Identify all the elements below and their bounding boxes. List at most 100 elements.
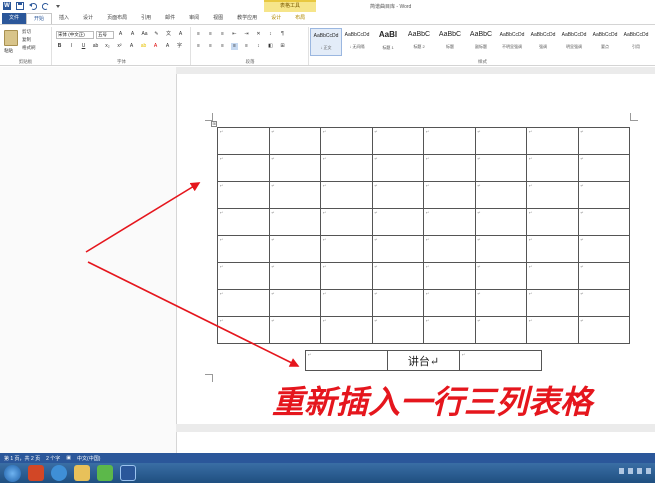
show-marks-icon[interactable]: ¶ — [279, 31, 286, 38]
font-name-select[interactable]: 宋体 (中文正) — [56, 31, 94, 39]
table-cell[interactable]: ↵ — [577, 235, 630, 263]
style-item-4[interactable]: AaBbC 标题 — [434, 28, 466, 56]
table-cell[interactable]: ↵ — [268, 316, 321, 344]
table-cell[interactable]: ↵ — [577, 181, 630, 209]
table-cell[interactable]: ↵ — [474, 316, 527, 344]
italic-icon[interactable]: I — [68, 43, 75, 50]
table-cell[interactable]: ↵ — [474, 127, 527, 155]
podium-cell-center[interactable]: 讲台↵ — [387, 350, 460, 371]
table-cell[interactable]: ↵ — [217, 262, 270, 290]
proofing-icon[interactable]: ▣ — [66, 455, 71, 461]
podium-table[interactable]: ↵ 讲台↵ ↵ — [305, 350, 542, 371]
char-shading-icon[interactable]: A — [164, 43, 171, 50]
multilevel-list-icon[interactable]: ≡ — [219, 31, 226, 38]
format-painter-button[interactable]: 格式刷 — [22, 45, 36, 51]
phonetic-icon[interactable]: 文 — [165, 31, 172, 38]
table-cell[interactable]: ↵ — [423, 289, 476, 317]
table-cell[interactable]: ↵ — [423, 262, 476, 290]
table-cell[interactable]: ↵ — [371, 127, 424, 155]
underline-icon[interactable]: U — [80, 43, 87, 50]
table-cell[interactable]: ↵ — [423, 316, 476, 344]
table-cell[interactable]: ↵ — [526, 289, 579, 317]
app-icon-1[interactable] — [28, 465, 44, 481]
table-cell[interactable]: ↵ — [526, 154, 579, 182]
table-cell[interactable]: ↵ — [371, 208, 424, 236]
table-cell[interactable]: ↵ — [526, 181, 579, 209]
table-cell[interactable]: ↵ — [268, 208, 321, 236]
distributed-icon[interactable]: ≡ — [243, 43, 250, 50]
tab-7[interactable]: 审阅 — [182, 13, 206, 24]
table-cell[interactable]: ↵ — [320, 262, 373, 290]
paste-button[interactable]: 粘贴 — [4, 48, 13, 54]
language-indicator[interactable]: 中文(中国) — [77, 455, 100, 462]
tab-1[interactable]: 开始 — [26, 13, 53, 24]
table-cell[interactable]: ↵ — [371, 262, 424, 290]
word-icon[interactable]: W — [3, 2, 11, 10]
subscript-icon[interactable]: x₂ — [104, 43, 111, 50]
table-cell[interactable]: ↵ — [423, 127, 476, 155]
tab-5[interactable]: 引用 — [134, 13, 158, 24]
table-cell[interactable]: ↵ — [526, 262, 579, 290]
table-cell[interactable]: ↵ — [268, 262, 321, 290]
style-item-8[interactable]: AaBbCcDd 明显强调 — [558, 28, 590, 56]
table-cell[interactable]: ↵ — [217, 154, 270, 182]
table-cell[interactable]: ↵ — [577, 262, 630, 290]
decrease-indent-icon[interactable]: ⇤ — [231, 31, 238, 38]
sort-icon[interactable]: ↕ — [267, 31, 274, 38]
font-size-select[interactable]: 五号 — [96, 31, 114, 39]
shading-icon[interactable]: ◧ — [267, 43, 274, 50]
table-cell[interactable]: ↵ — [474, 181, 527, 209]
table-cell[interactable]: ↵ — [268, 235, 321, 263]
change-case-icon[interactable]: Aa — [141, 31, 148, 38]
chinese-layout-icon[interactable]: ✕ — [255, 31, 262, 38]
table-cell[interactable]: ↵ — [371, 289, 424, 317]
start-button[interactable] — [4, 464, 21, 482]
shrink-font-icon[interactable]: A — [129, 31, 136, 38]
table-cell[interactable]: ↵ — [320, 235, 373, 263]
podium-cell-right[interactable]: ↵ — [459, 350, 542, 371]
browser-icon[interactable] — [51, 465, 67, 481]
table-cell[interactable]: ↵ — [526, 316, 579, 344]
table-cell[interactable]: ↵ — [577, 316, 630, 344]
char-border-icon[interactable]: A — [177, 31, 184, 38]
tab-4[interactable]: 页面布局 — [100, 13, 134, 24]
table-cell[interactable]: ↵ — [423, 181, 476, 209]
table-cell[interactable]: ↵ — [577, 127, 630, 155]
style-item-2[interactable]: AaBl 标题 1 — [372, 28, 404, 56]
table-cell[interactable]: ↵ — [474, 154, 527, 182]
style-item-7[interactable]: AaBbCcDd 强调 — [527, 28, 559, 56]
tab-0[interactable]: 文件 — [2, 13, 27, 24]
table-cell[interactable]: ↵ — [526, 235, 579, 263]
style-item-3[interactable]: AaBbC 标题 2 — [403, 28, 435, 56]
table-cell[interactable]: ↵ — [474, 208, 527, 236]
next-page[interactable] — [176, 432, 655, 453]
table-cell[interactable]: ↵ — [474, 262, 527, 290]
table-cell[interactable]: ↵ — [320, 127, 373, 155]
table-cell[interactable]: ↵ — [320, 208, 373, 236]
table-cell[interactable]: ↵ — [526, 127, 579, 155]
table-cell[interactable]: ↵ — [526, 208, 579, 236]
table-cell[interactable]: ↵ — [320, 181, 373, 209]
style-item-6[interactable]: AaBbCcDd 不明显强调 — [496, 28, 528, 56]
explorer-icon[interactable] — [74, 465, 90, 481]
tray-icon[interactable] — [619, 468, 624, 474]
table-cell[interactable]: ↵ — [217, 181, 270, 209]
tab-11[interactable]: 布局 — [288, 13, 312, 24]
enclose-char-icon[interactable]: 字 — [176, 43, 183, 50]
table-cell[interactable]: ↵ — [320, 154, 373, 182]
bold-icon[interactable]: B — [56, 43, 63, 50]
justify-icon[interactable]: ≡ — [231, 43, 238, 50]
text-effect-icon[interactable]: A — [128, 43, 135, 50]
media-icon[interactable] — [97, 465, 113, 481]
tray-icon[interactable] — [628, 468, 633, 474]
word-taskbar-icon[interactable] — [120, 465, 136, 481]
customize-icon[interactable] — [55, 2, 63, 10]
table-cell[interactable]: ↵ — [268, 181, 321, 209]
table-cell[interactable]: ↵ — [423, 208, 476, 236]
table-cell[interactable]: ↵ — [217, 208, 270, 236]
clear-format-icon[interactable]: ✎ — [153, 31, 160, 38]
table-cell[interactable]: ↵ — [320, 289, 373, 317]
table-cell[interactable]: ↵ — [423, 154, 476, 182]
table-cell[interactable]: ↵ — [217, 289, 270, 317]
paste-icon[interactable] — [4, 30, 18, 46]
